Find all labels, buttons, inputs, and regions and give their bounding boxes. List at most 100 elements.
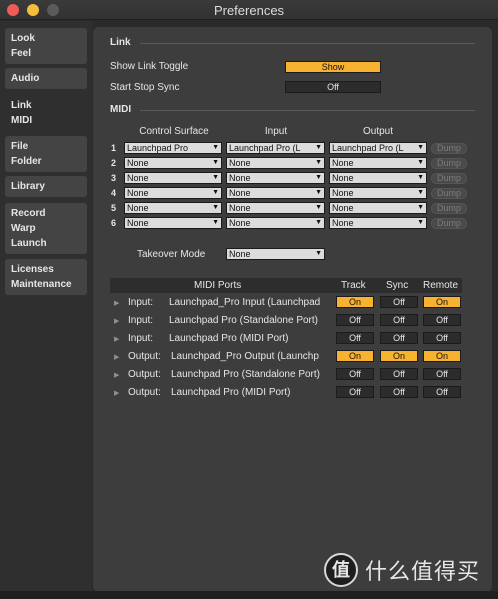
- show-link-toggle-button[interactable]: Show: [285, 61, 381, 73]
- sync-toggle[interactable]: Off: [380, 386, 418, 398]
- sidebar-item-label: Library: [11, 181, 45, 192]
- sync-toggle[interactable]: Off: [380, 314, 418, 326]
- output-dropdown[interactable]: None ▼: [329, 202, 427, 214]
- port-name: Launchpad Pro (MIDI Port): [171, 387, 291, 398]
- input-dropdown[interactable]: None ▼: [226, 187, 325, 199]
- sync-toggle[interactable]: On: [380, 350, 418, 362]
- sidebar: Look Feel Audio Link MIDI File Folder Li…: [0, 21, 92, 591]
- watermark-logo-icon: 值: [324, 553, 358, 587]
- output-dropdown[interactable]: None ▼: [329, 172, 427, 184]
- dropdown-arrow-icon: ▼: [314, 188, 322, 198]
- dropdown-value: Launchpad Pro (L: [229, 143, 301, 153]
- dropdown-arrow-icon: ▼: [314, 173, 322, 183]
- track-toggle[interactable]: Off: [336, 386, 374, 398]
- watermark-text: 什么值得买: [365, 560, 481, 585]
- sidebar-item-label: Look: [11, 33, 35, 44]
- sync-toggle[interactable]: Off: [380, 332, 418, 344]
- expand-triangle-icon[interactable]: ▶: [114, 371, 119, 379]
- input-dropdown[interactable]: Launchpad Pro (L ▼: [226, 142, 325, 154]
- midi-ports-header: MIDI Ports Track Sync Remote: [110, 278, 462, 293]
- sync-toggle[interactable]: Off: [380, 368, 418, 380]
- sidebar-item-label: Warp: [11, 223, 36, 234]
- dump-button[interactable]: Dump: [431, 173, 467, 184]
- input-dropdown[interactable]: None ▼: [226, 172, 325, 184]
- remote-toggle[interactable]: On: [423, 350, 461, 362]
- sidebar-item-licenses-maintenance[interactable]: Licenses Maintenance: [5, 259, 87, 295]
- port-direction: Input:: [128, 333, 154, 344]
- dropdown-arrow-icon: ▼: [416, 188, 424, 198]
- sidebar-item-label: Launch: [11, 238, 47, 249]
- surface-row-number: 2: [111, 158, 117, 168]
- dump-button[interactable]: Dump: [431, 218, 467, 229]
- column-header-remote: Remote: [423, 280, 459, 291]
- output-dropdown[interactable]: None ▼: [329, 187, 427, 199]
- dropdown-value: None: [127, 188, 149, 198]
- sidebar-item-audio[interactable]: Audio: [5, 68, 87, 89]
- sync-toggle[interactable]: Off: [380, 296, 418, 308]
- control-surface-dropdown[interactable]: None ▼: [124, 172, 222, 184]
- expand-triangle-icon[interactable]: ▶: [114, 299, 119, 307]
- dropdown-value: None: [127, 218, 149, 228]
- bottom-status-strip: [0, 591, 498, 599]
- input-dropdown[interactable]: None ▼: [226, 157, 325, 169]
- remote-toggle[interactable]: Off: [423, 368, 461, 380]
- sidebar-item-record-warp-launch[interactable]: Record Warp Launch: [5, 203, 87, 254]
- track-toggle[interactable]: On: [336, 350, 374, 362]
- remote-toggle[interactable]: Off: [423, 332, 461, 344]
- dropdown-arrow-icon: ▼: [211, 188, 219, 198]
- expand-triangle-icon[interactable]: ▶: [114, 335, 119, 343]
- dropdown-value: None: [229, 173, 251, 183]
- sidebar-item-library[interactable]: Library: [5, 176, 87, 197]
- control-surface-dropdown[interactable]: Launchpad Pro ▼: [124, 142, 222, 154]
- sidebar-item-label: Folder: [11, 156, 42, 167]
- port-name: Launchpad_Pro Output (Launchp: [171, 351, 319, 362]
- dropdown-value: None: [127, 173, 149, 183]
- control-surface-dropdown[interactable]: None ▼: [124, 217, 222, 229]
- dropdown-arrow-icon: ▼: [314, 203, 322, 213]
- dropdown-value: None: [332, 158, 354, 168]
- takeover-mode-dropdown[interactable]: None ▼: [226, 248, 325, 260]
- expand-triangle-icon[interactable]: ▶: [114, 353, 119, 361]
- start-stop-sync-label: Start Stop Sync: [110, 82, 180, 93]
- dropdown-value: None: [127, 203, 149, 213]
- track-toggle[interactable]: Off: [336, 314, 374, 326]
- dropdown-value: None: [332, 173, 354, 183]
- control-surface-dropdown[interactable]: None ▼: [124, 157, 222, 169]
- output-dropdown[interactable]: Launchpad Pro (L ▼: [329, 142, 427, 154]
- dropdown-arrow-icon: ▼: [416, 143, 424, 153]
- input-dropdown[interactable]: None ▼: [226, 217, 325, 229]
- sidebar-item-label: File: [11, 141, 29, 152]
- start-stop-sync-button[interactable]: Off: [285, 81, 381, 93]
- port-name: Launchpad Pro (Standalone Port): [169, 315, 318, 326]
- dropdown-arrow-icon: ▼: [211, 143, 219, 153]
- dump-button[interactable]: Dump: [431, 143, 467, 154]
- control-surface-dropdown[interactable]: None ▼: [124, 202, 222, 214]
- remote-toggle[interactable]: On: [423, 296, 461, 308]
- sidebar-item-file-folder[interactable]: File Folder: [5, 136, 87, 172]
- expand-triangle-icon[interactable]: ▶: [114, 317, 119, 325]
- dropdown-value: None: [229, 218, 251, 228]
- remote-toggle[interactable]: Off: [423, 386, 461, 398]
- link-section-title: Link: [110, 37, 131, 48]
- output-dropdown[interactable]: None ▼: [329, 217, 427, 229]
- sidebar-item-link-midi[interactable]: Link MIDI: [5, 95, 87, 131]
- sidebar-item-label: Feel: [11, 48, 32, 59]
- sidebar-item-look-feel[interactable]: Look Feel: [5, 28, 87, 64]
- dropdown-value: None: [332, 218, 354, 228]
- track-toggle[interactable]: Off: [336, 332, 374, 344]
- surface-row-number: 4: [111, 188, 117, 198]
- dump-button[interactable]: Dump: [431, 188, 467, 199]
- output-dropdown[interactable]: None ▼: [329, 157, 427, 169]
- input-dropdown[interactable]: None ▼: [226, 202, 325, 214]
- track-toggle[interactable]: Off: [336, 368, 374, 380]
- dump-button[interactable]: Dump: [431, 203, 467, 214]
- expand-triangle-icon[interactable]: ▶: [114, 389, 119, 397]
- port-name: Launchpad Pro (MIDI Port): [169, 333, 289, 344]
- sidebar-item-label: MIDI: [11, 115, 33, 126]
- control-surface-dropdown[interactable]: None ▼: [124, 187, 222, 199]
- dropdown-value: None: [229, 188, 251, 198]
- dump-button[interactable]: Dump: [431, 158, 467, 169]
- sidebar-item-label: Maintenance: [11, 279, 72, 290]
- remote-toggle[interactable]: Off: [423, 314, 461, 326]
- track-toggle[interactable]: On: [336, 296, 374, 308]
